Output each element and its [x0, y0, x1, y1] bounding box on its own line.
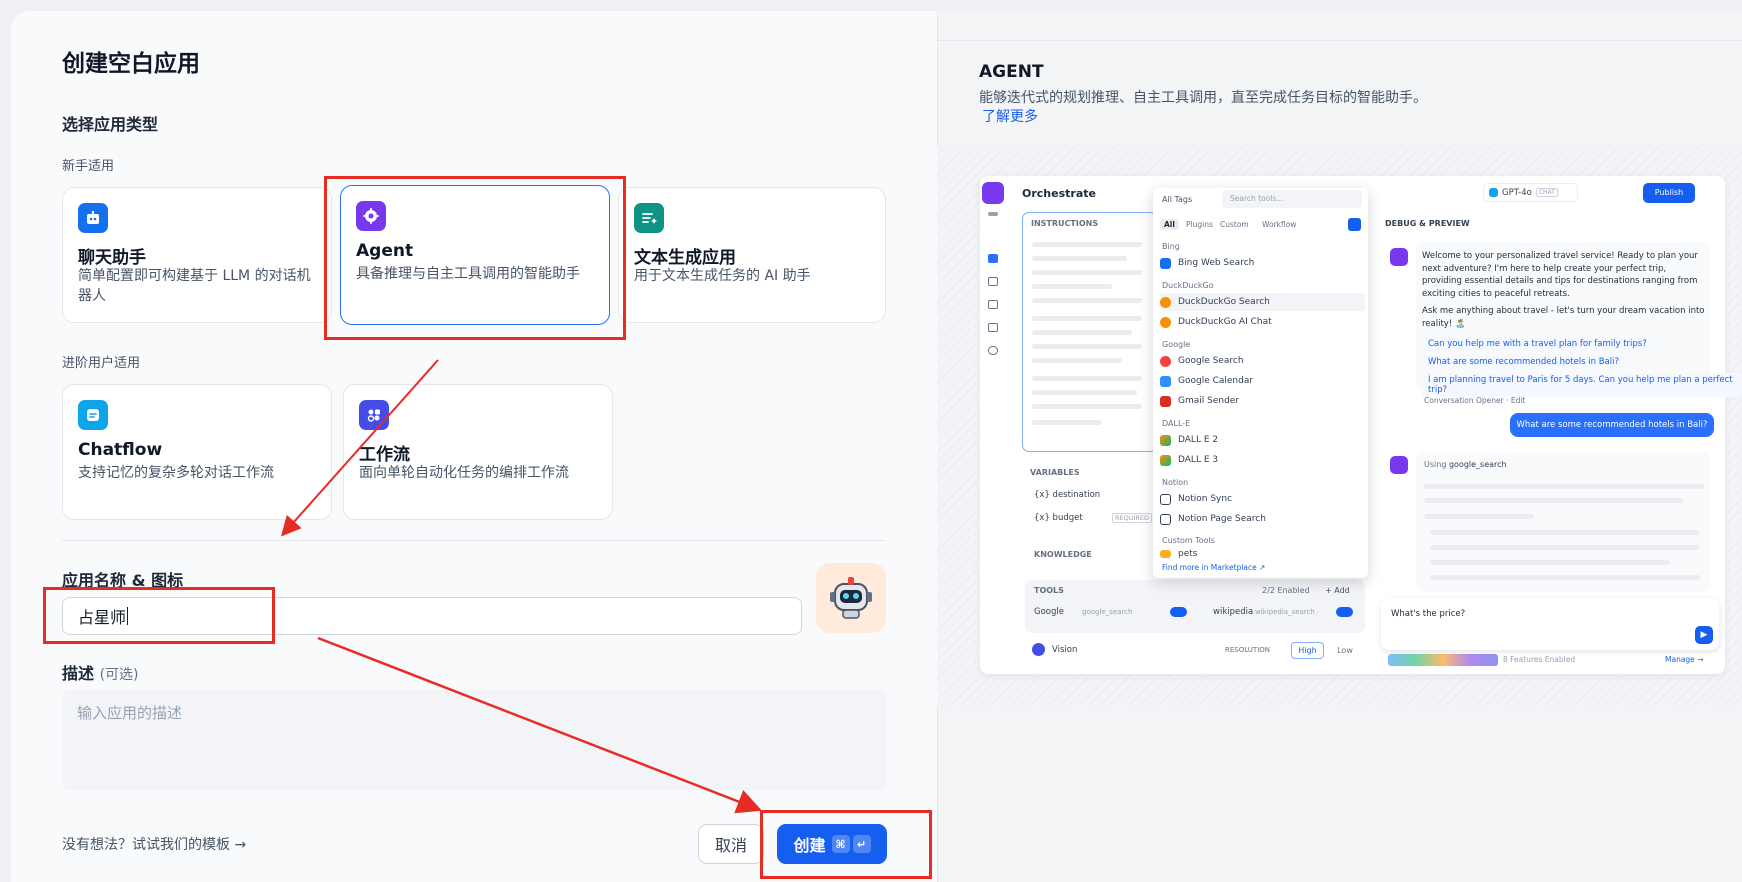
annotation-arrow	[317, 636, 762, 814]
page: 创建空白应用 选择应用类型 新手适用 聊天助手 简单配置即可构建基于 LLM 的…	[0, 0, 1742, 882]
annotation-arrow	[281, 359, 439, 537]
annotation-arrows	[281, 359, 762, 814]
